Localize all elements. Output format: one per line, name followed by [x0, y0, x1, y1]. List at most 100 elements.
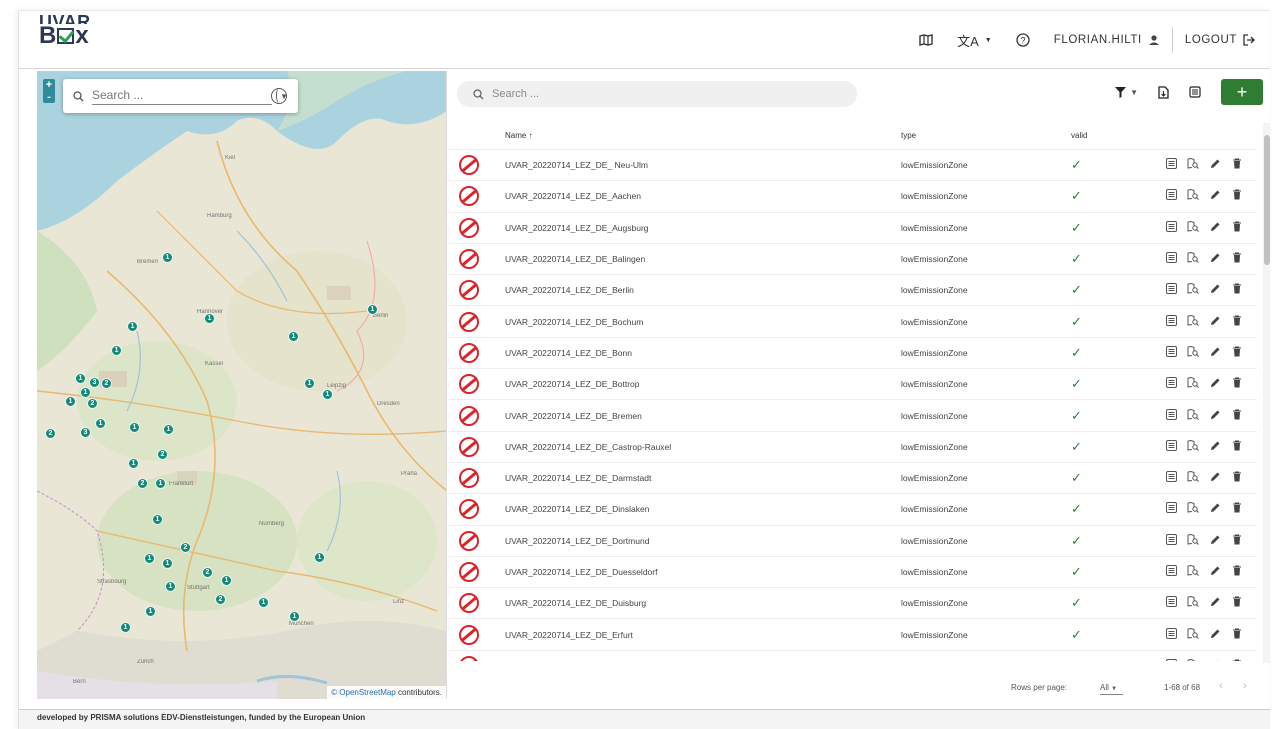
details-icon[interactable] — [1165, 658, 1177, 661]
map-cluster-marker[interactable]: 2 — [87, 398, 98, 409]
table-row[interactable]: UVAR_20220714_LEZ_DE_Berlin lowEmissionZo… — [449, 274, 1257, 305]
details-icon[interactable] — [1165, 189, 1177, 203]
edit-icon[interactable] — [1209, 409, 1221, 423]
column-valid-header[interactable]: valid — [1071, 131, 1087, 140]
uvar-box-logo[interactable]: UVAR Bx — [39, 13, 91, 48]
edit-icon[interactable] — [1209, 565, 1221, 579]
map-cluster-marker[interactable]: 2 — [202, 567, 213, 578]
map-cluster-marker[interactable]: 3 — [80, 427, 91, 438]
globe-button[interactable] — [271, 88, 287, 104]
column-name-header[interactable]: Name ↑ — [505, 131, 533, 140]
edit-icon[interactable] — [1209, 189, 1221, 203]
delete-icon[interactable] — [1231, 283, 1243, 297]
details-icon[interactable] — [1165, 345, 1177, 360]
edit-icon[interactable] — [1209, 659, 1221, 661]
map-cluster-marker[interactable]: 1 — [95, 418, 106, 429]
map-cluster-marker[interactable]: 2 — [215, 594, 226, 605]
table-row[interactable]: UVAR_20220714_LEZ_DE_ Neu-Ulm lowEmission… — [449, 149, 1257, 180]
table-row[interactable]: UVAR_20220714_LEZ_DE_Bremen lowEmissionZo… — [449, 399, 1257, 430]
add-uvar-button[interactable]: + — [1221, 79, 1263, 105]
delete-icon[interactable] — [1231, 659, 1243, 661]
help-button[interactable]: ? — [1004, 11, 1042, 69]
table-scrollbar[interactable] — [1263, 123, 1270, 663]
delete-icon[interactable] — [1231, 346, 1243, 360]
edit-icon[interactable] — [1209, 158, 1221, 172]
map-search-icon[interactable] — [1187, 252, 1199, 266]
map-search-box[interactable]: Search ... ▼ — [63, 79, 298, 113]
map-cluster-marker[interactable]: 1 — [129, 422, 140, 433]
table-row[interactable]: UVAR_20220714_LEZ_DE_EschweilerlowEmissi… — [449, 649, 1257, 661]
map-cluster-marker[interactable]: 2 — [45, 428, 56, 439]
details-icon[interactable] — [1165, 314, 1177, 329]
details-icon[interactable] — [1165, 471, 1177, 485]
table-search-input[interactable]: Search ... — [492, 88, 539, 100]
delete-icon[interactable] — [1231, 628, 1243, 642]
delete-icon[interactable] — [1231, 471, 1243, 485]
table-row[interactable]: UVAR_20220714_LEZ_DE_Balingen lowEmission… — [449, 242, 1257, 274]
map-search-icon[interactable] — [1187, 502, 1199, 516]
map-cluster-marker[interactable]: 3 — [89, 377, 100, 388]
zoom-out-button[interactable]: - — [43, 91, 55, 103]
delete-icon[interactable] — [1231, 565, 1243, 579]
edit-icon[interactable] — [1209, 628, 1221, 642]
map-search-icon[interactable] — [1187, 377, 1199, 391]
details-icon[interactable] — [1165, 627, 1177, 642]
edit-icon[interactable] — [1209, 471, 1221, 485]
map-cluster-marker[interactable]: 1 — [127, 321, 138, 332]
delete-icon[interactable] — [1231, 440, 1243, 454]
delete-icon[interactable] — [1231, 534, 1243, 548]
map-cluster-marker[interactable]: 1 — [288, 331, 299, 342]
table-search-field[interactable]: Search ... — [457, 81, 857, 107]
map-cluster-marker[interactable]: 2 — [101, 378, 112, 389]
map-search-icon[interactable] — [1187, 439, 1199, 454]
delete-icon[interactable] — [1231, 221, 1243, 235]
map-cluster-marker[interactable]: 1 — [155, 478, 166, 489]
map-search-icon[interactable] — [1187, 627, 1199, 642]
zoom-in-button[interactable]: + — [43, 79, 55, 91]
edit-icon[interactable] — [1209, 252, 1221, 266]
map-search-icon[interactable] — [1187, 564, 1199, 579]
column-type-header[interactable]: type — [901, 131, 916, 140]
map-cluster-marker[interactable]: 2 — [157, 449, 168, 460]
filter-button[interactable]: ▼ — [1115, 86, 1138, 98]
map-cluster-marker[interactable]: 1 — [367, 304, 378, 315]
details-icon[interactable] — [1165, 533, 1177, 548]
map-cluster-marker[interactable]: 1 — [80, 387, 91, 398]
table-row[interactable]: UVAR_20220714_LEZ_DE_Augsburg lowEmission… — [449, 211, 1257, 243]
export-button[interactable] — [1158, 85, 1169, 99]
table-row[interactable]: UVAR_20220714_LEZ_DE_Duisburg lowEmission… — [449, 587, 1257, 618]
edit-icon[interactable] — [1209, 440, 1221, 454]
delete-icon[interactable] — [1231, 189, 1243, 203]
map-cluster-marker[interactable]: 1 — [162, 558, 173, 569]
edit-icon[interactable] — [1209, 346, 1221, 360]
map-cluster-marker[interactable]: 1 — [314, 552, 325, 563]
details-icon[interactable] — [1165, 252, 1177, 266]
details-icon[interactable] — [1165, 502, 1177, 516]
table-row[interactable]: UVAR_20220714_LEZ_DE_Darmstadt lowEmissio… — [449, 461, 1257, 493]
map-search-icon[interactable] — [1187, 408, 1199, 423]
table-row[interactable]: UVAR_20220714_LEZ_DE_Bottrop lowEmissionZ… — [449, 368, 1257, 399]
map-cluster-marker[interactable]: 1 — [162, 252, 173, 263]
map-cluster-marker[interactable]: 1 — [145, 606, 156, 617]
delete-icon[interactable] — [1231, 596, 1243, 610]
details-button[interactable] — [1189, 86, 1201, 98]
map-view-button[interactable] — [907, 11, 945, 69]
details-icon[interactable] — [1165, 158, 1177, 172]
next-page-button[interactable]: › — [1243, 680, 1247, 692]
map-search-icon[interactable] — [1187, 658, 1199, 661]
table-row[interactable]: UVAR_20220714_LEZ_DE_Dortmund lowEmission… — [449, 524, 1257, 556]
delete-icon[interactable] — [1231, 377, 1243, 391]
map-search-icon[interactable] — [1187, 471, 1199, 485]
edit-icon[interactable] — [1209, 502, 1221, 516]
edit-icon[interactable] — [1209, 596, 1221, 610]
map-cluster-marker[interactable]: 1 — [258, 597, 269, 608]
map-panel[interactable]: Kiel Hamburg Bremen Hannover Berlin Dres… — [37, 71, 447, 699]
edit-icon[interactable] — [1209, 377, 1221, 391]
map-cluster-marker[interactable]: 2 — [137, 478, 148, 489]
map-search-icon[interactable] — [1187, 345, 1199, 360]
map-search-icon[interactable] — [1187, 533, 1199, 548]
delete-icon[interactable] — [1231, 158, 1243, 172]
table-row[interactable]: UVAR_20220714_LEZ_DE_Bochum lowEmissionZo… — [449, 305, 1257, 336]
map-cluster-marker[interactable]: 1 — [152, 514, 163, 525]
map-cluster-marker[interactable]: 1 — [322, 389, 333, 400]
